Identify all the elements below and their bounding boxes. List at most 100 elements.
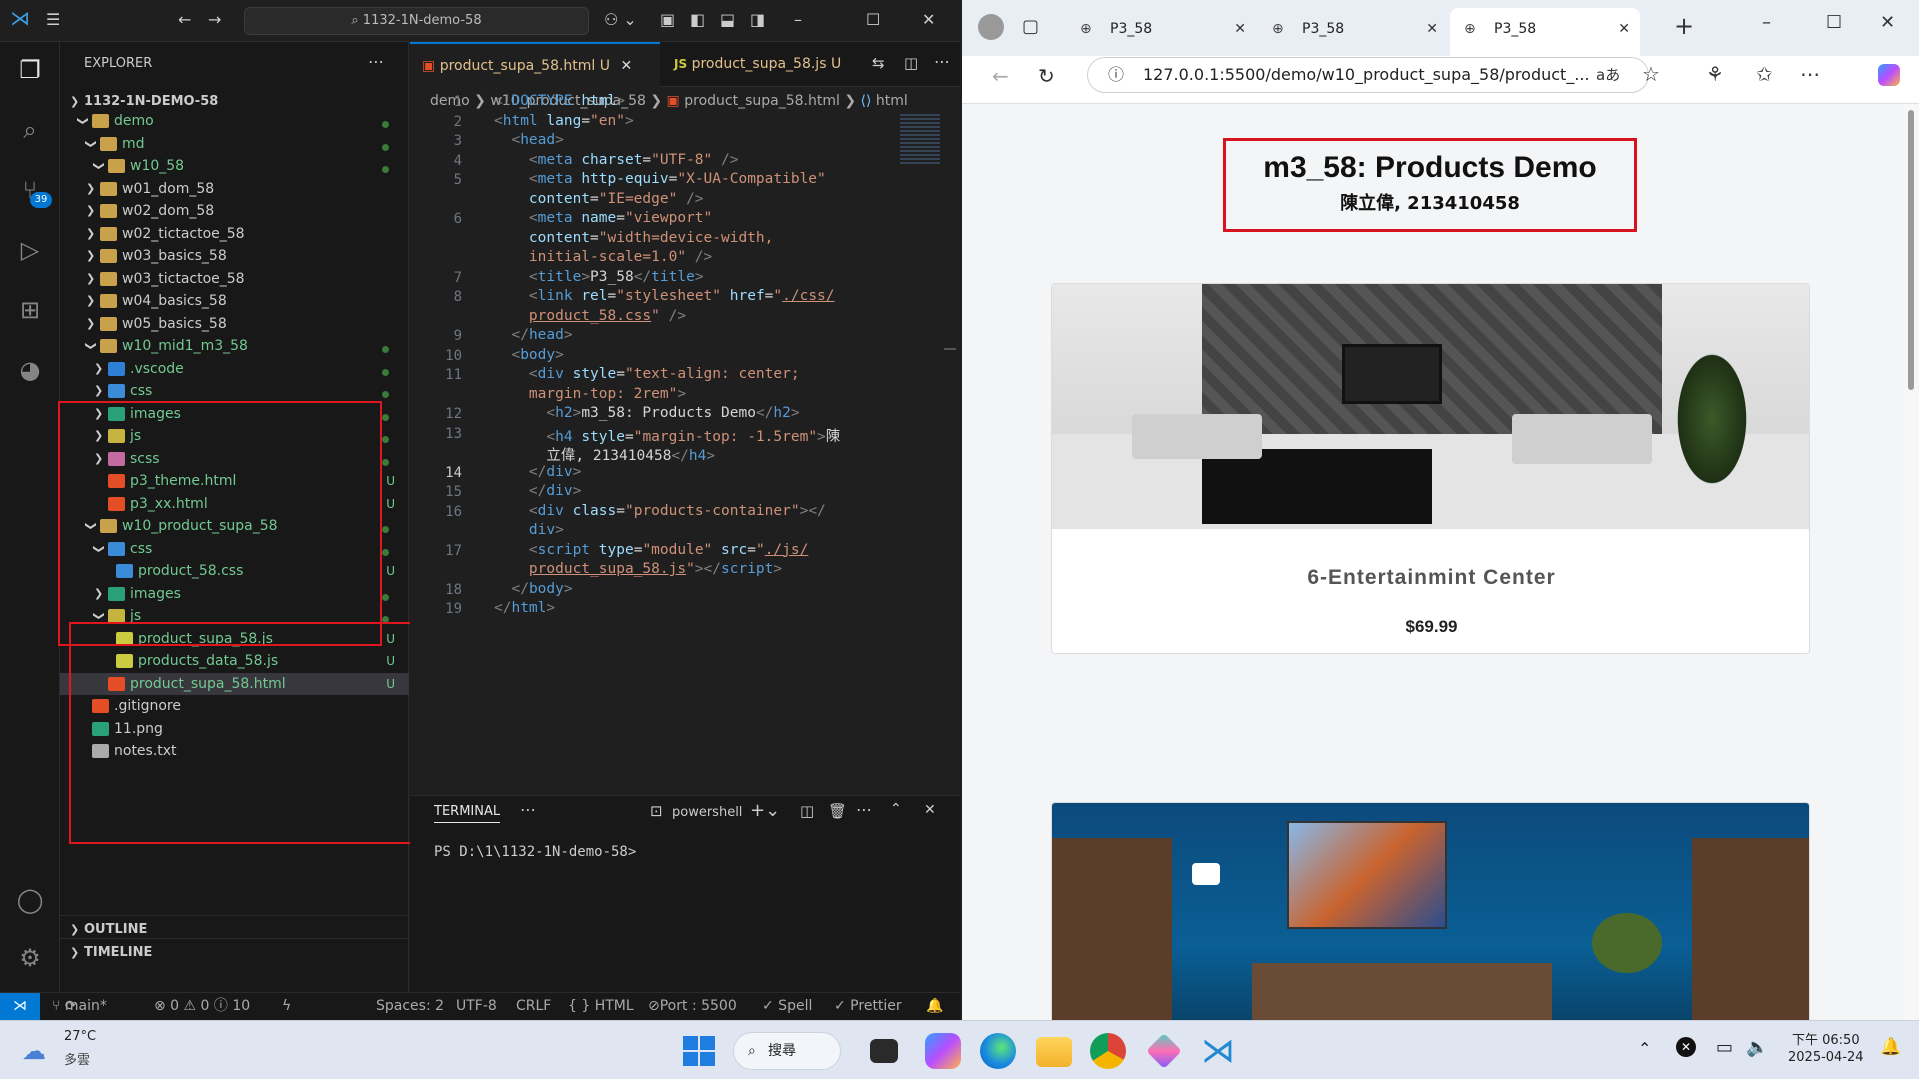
command-center[interactable]: ⌕ 1132-1N-demo-58 <box>244 7 589 35</box>
folder-item[interactable]: ❯ md <box>60 133 409 155</box>
terminal-prompt[interactable]: PS D:\1\1132-1N-demo-58> <box>434 844 636 860</box>
browser-tab[interactable]: ⊕ P3_58 ✕ <box>1258 8 1448 50</box>
vscode-app-icon[interactable]: ⋊ <box>1200 1033 1236 1069</box>
code-line[interactable]: </html> <box>494 600 555 616</box>
code-line[interactable]: </div> <box>494 464 581 480</box>
code-line[interactable]: <div class="products-container"></ <box>494 503 826 519</box>
folder-item[interactable]: ❯ w10_58 <box>60 155 409 177</box>
tab-actions-icon[interactable]: ▢ <box>1022 16 1039 37</box>
browser-tab-close-icon[interactable]: ✕ <box>1618 8 1630 50</box>
code-line[interactable]: content="IE=edge" /> <box>494 191 704 207</box>
new-tab-icon[interactable]: + <box>1674 12 1694 40</box>
back-arrow-icon[interactable]: ← <box>992 64 1009 88</box>
maximize-icon[interactable]: ☐ <box>866 10 880 30</box>
code-line[interactable]: <h2>m3_58: Products Demo</h2> <box>494 405 799 421</box>
network-icon[interactable]: ▭ <box>1716 1037 1733 1058</box>
profile-avatar-icon[interactable] <box>978 14 1004 40</box>
weather-icon[interactable]: ☁ <box>22 1037 46 1065</box>
copilot-icon[interactable]: ⚇ ⌄ <box>604 10 637 30</box>
close-icon[interactable]: ✕ <box>1880 12 1895 33</box>
terminal-more-icon[interactable]: ⋯ <box>856 800 872 819</box>
accounts-icon[interactable]: ◯ <box>12 882 48 918</box>
gemini-app-icon[interactable] <box>1146 1033 1182 1069</box>
indentation-indicator[interactable]: Spaces: 2 <box>376 993 444 1020</box>
code-line[interactable]: margin-top: 2rem"> <box>494 386 686 402</box>
close-icon[interactable]: ✕ <box>922 10 935 30</box>
taskbar-search[interactable]: ⌕ 搜尋 <box>733 1032 841 1070</box>
problems-indicator[interactable]: ⊗ 0 ⚠ 0 ⓘ 10 <box>154 993 250 1020</box>
folder-item[interactable]: ❯ w02_dom_58 <box>60 200 409 222</box>
folder-item[interactable]: ❯ w01_dom_58 <box>60 178 409 200</box>
encoding-indicator[interactable]: UTF-8 <box>456 993 497 1020</box>
copilot-icon[interactable] <box>1878 64 1900 86</box>
folder-item[interactable]: ❯ w03_basics_58 <box>60 245 409 267</box>
code-line[interactable]: <link rel="stylesheet" href="./css/ <box>494 288 835 304</box>
code-line[interactable]: </div> <box>494 483 581 499</box>
clock-time[interactable]: 下午 06:50 <box>1792 1029 1860 1048</box>
spell-indicator[interactable]: ✓ Spell <box>762 993 812 1020</box>
breadcrumb-item[interactable]: html <box>876 93 908 109</box>
refresh-icon[interactable]: ↻ <box>1038 64 1055 88</box>
code-line[interactable]: <title>P3_58</title> <box>494 269 704 285</box>
remote-indicator[interactable]: ⋊ <box>0 993 40 1020</box>
notification-bell-icon[interactable]: 🔔 <box>1880 1037 1901 1057</box>
product-card[interactable] <box>1051 802 1810 1020</box>
layout-icon[interactable]: ▣ <box>660 10 675 30</box>
code-line[interactable]: </body> <box>494 581 572 597</box>
code-line[interactable]: content="width=device-width, <box>494 230 773 246</box>
address-bar[interactable]: ⓘ 127.0.0.1:5500/demo/w10_product_supa_5… <box>1087 57 1649 93</box>
eol-indicator[interactable]: CRLF <box>516 993 551 1020</box>
minimap[interactable] <box>900 114 940 164</box>
code-line[interactable]: </head> <box>494 327 572 343</box>
more-options-icon[interactable]: ⋯ <box>1800 62 1820 86</box>
split-terminal-icon[interactable]: ◫ <box>800 802 814 820</box>
folder-item[interactable]: ❯ css <box>60 380 409 402</box>
code-line[interactable]: product_58.css" /> <box>494 308 686 324</box>
minimize-icon[interactable]: – <box>1762 12 1771 33</box>
toggle-sidebar-icon[interactable]: ◧ <box>690 10 705 30</box>
browser-tab-active[interactable]: ⊕ P3_58 ✕ <box>1450 8 1640 56</box>
explorer-icon[interactable]: ❐ <box>12 52 48 88</box>
split-editor-icon[interactable]: ◫ <box>904 54 918 72</box>
remote-explorer-icon[interactable]: ◕ <box>12 352 48 388</box>
task-view-icon[interactable] <box>870 1039 898 1063</box>
toggle-panel-icon[interactable]: ⬓ <box>720 10 735 30</box>
product-card[interactable]: 6-Entertainmint Center $69.99 <box>1051 283 1810 654</box>
browser-tab-close-icon[interactable]: ✕ <box>1426 8 1438 50</box>
tab-product-supa-html[interactable]: ▣ product_supa_58.html U ✕ <box>410 42 660 87</box>
back-arrow-icon[interactable]: ← <box>178 10 191 30</box>
maximize-panel-icon[interactable]: ⌃ <box>890 801 902 817</box>
code-line[interactable]: product_supa_58.js"></script> <box>494 561 782 577</box>
lightning-icon[interactable]: ϟ <box>282 993 291 1020</box>
folder-item[interactable]: ❯ demo <box>60 110 409 132</box>
trash-icon[interactable]: 🗑 <box>828 802 847 820</box>
timeline-section[interactable]: ❯ TIMELINE <box>60 938 409 965</box>
extensions-icon[interactable]: ⚘ <box>1706 62 1724 86</box>
forward-arrow-icon[interactable]: → <box>208 10 221 30</box>
tray-chevron-icon[interactable]: ⌃ <box>1638 1039 1651 1058</box>
editor-more-icon[interactable]: ⋯ <box>934 52 950 71</box>
folder-item[interactable]: ❯ w05_basics_58 <box>60 313 409 335</box>
code-line[interactable]: <meta charset="UTF-8" /> <box>494 152 739 168</box>
run-debug-icon[interactable]: ▷ <box>12 232 48 268</box>
search-icon[interactable]: ⌕ <box>12 112 48 148</box>
tab-close-icon[interactable]: ✕ <box>620 58 632 74</box>
code-line[interactable]: <h4 style="margin-top: -1.5rem">陳 <box>494 425 840 446</box>
code-line[interactable]: <meta http-equiv="X-UA-Compatible" <box>494 171 826 187</box>
code-line[interactable]: <html lang="en"> <box>494 113 634 129</box>
clock-date[interactable]: 2025-04-24 <box>1788 1050 1864 1065</box>
read-aloud-icon[interactable]: aあ <box>1596 64 1620 85</box>
folder-item[interactable]: ❯ .vscode <box>60 358 409 380</box>
breadcrumb-item[interactable]: product_supa_58.html <box>684 93 840 109</box>
code-line[interactable]: initial-scale=1.0" /> <box>494 249 712 265</box>
notifications-icon[interactable]: 🔔 <box>926 993 943 1020</box>
code-line[interactable]: <body> <box>494 347 563 363</box>
folder-item[interactable]: ❯ w02_tictactoe_58 <box>60 223 409 245</box>
maximize-icon[interactable]: ☐ <box>1826 12 1842 33</box>
edge-app-icon[interactable] <box>980 1033 1016 1069</box>
compare-icon[interactable]: ⇆ <box>872 54 885 72</box>
toggle-secondary-sidebar-icon[interactable]: ◨ <box>750 10 765 30</box>
code-line[interactable]: <!DOCTYPE html> <box>494 93 625 109</box>
prettier-indicator[interactable]: ✓ Prettier <box>834 993 902 1020</box>
new-terminal-icon[interactable]: +⌄ <box>750 800 780 821</box>
